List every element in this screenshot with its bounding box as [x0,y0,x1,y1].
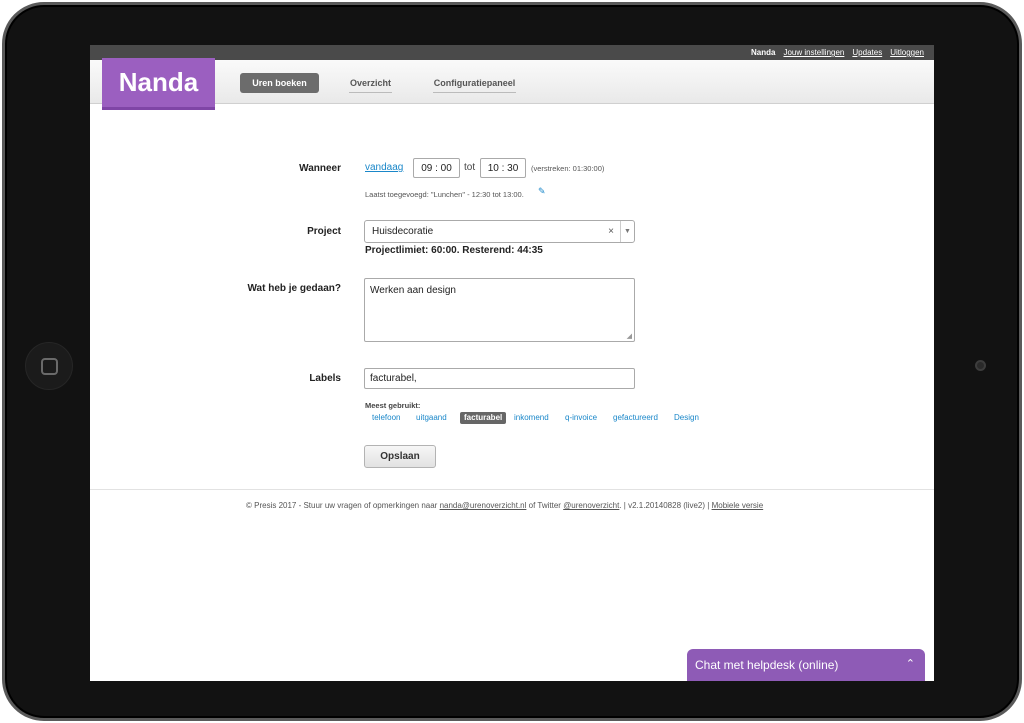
logout-link[interactable]: Uitloggen [890,48,924,57]
tab-configuratiepaneel[interactable]: Configuratiepaneel [433,73,516,93]
labels-label: Labels [309,373,341,384]
settings-link[interactable]: Jouw instellingen [783,48,844,57]
tag-gefactureerd[interactable]: gefactureerd [613,412,658,424]
save-button[interactable]: Opslaan [364,445,436,468]
camera-icon [975,360,986,371]
footer-version: . | v2.1.20140828 (live2) | [619,501,710,510]
footer: © Presis 2017 - Stuur uw vragen of opmer… [246,501,763,510]
time-separator: tot [464,162,476,173]
tab-uren-boeken[interactable]: Uren boeken [240,73,319,93]
chevron-down-icon[interactable]: ▼ [620,221,634,242]
last-added-note: Laatst toegevoegd: "Lunchen" - 12:30 tot… [365,190,524,199]
resize-grip-icon[interactable]: ◢ [627,332,632,340]
header: Nanda Uren boeken Overzicht Configuratie… [90,58,934,110]
date-link[interactable]: vandaag [365,162,403,173]
clear-icon[interactable]: × [608,226,614,237]
edit-pencil-icon[interactable]: ✎ [538,186,546,197]
app-screen: Nanda Jouw instellingen Updates Uitlogge… [90,45,934,681]
activity-label: Wat heb je gedaan? [247,283,341,294]
elapsed-time: (verstreken: 01:30:00) [531,164,605,173]
tab-overzicht[interactable]: Overzicht [349,73,392,93]
wanneer-label: Wanneer [299,163,341,174]
home-square-icon [41,358,58,375]
tag-inkomend[interactable]: inkomend [514,412,549,424]
footer-prefix: © Presis 2017 - Stuur uw vragen of opmer… [246,501,438,510]
home-button[interactable] [25,342,73,390]
tag-design[interactable]: Design [674,412,699,424]
footer-mobile-link[interactable]: Mobiele versie [712,501,764,510]
footer-twitter-link[interactable]: @urenoverzicht [563,501,619,510]
project-limit: Projectlimiet: 60:00. Resterend: 44:35 [365,245,543,256]
chevron-up-icon[interactable]: ⌃ [906,657,915,670]
start-time-input[interactable]: 09 : 00 [413,158,460,178]
tag-facturabel[interactable]: facturabel [460,412,507,424]
activity-value: Werken aan design [370,285,456,296]
current-user: Nanda [751,48,776,57]
project-select[interactable]: Huisdecoratie × ▼ [364,220,635,243]
chat-label: Chat met helpdesk (online) [695,658,839,672]
project-label: Project [307,226,341,237]
chat-helpdesk-button[interactable]: Chat met helpdesk (online) ⌃ [687,649,925,681]
labels-input[interactable]: facturabel, [364,368,635,389]
top-bar: Nanda Jouw instellingen Updates Uitlogge… [90,45,934,60]
tag-telefoon[interactable]: telefoon [372,412,400,424]
divider [90,489,934,490]
updates-link[interactable]: Updates [852,48,882,57]
logo[interactable]: Nanda [102,58,215,110]
tag-uitgaand[interactable]: uitgaand [416,412,447,424]
footer-email-link[interactable]: nanda@urenoverzicht.nl [440,501,527,510]
footer-twitter-text: of Twitter [528,501,561,510]
end-time-input[interactable]: 10 : 30 [480,158,526,178]
most-used-title: Meest gebruikt: [365,401,421,410]
project-value: Huisdecoratie [372,226,434,237]
activity-textarea[interactable]: Werken aan design ◢ [364,278,635,342]
tag-q-invoice[interactable]: q-invoice [565,412,597,424]
